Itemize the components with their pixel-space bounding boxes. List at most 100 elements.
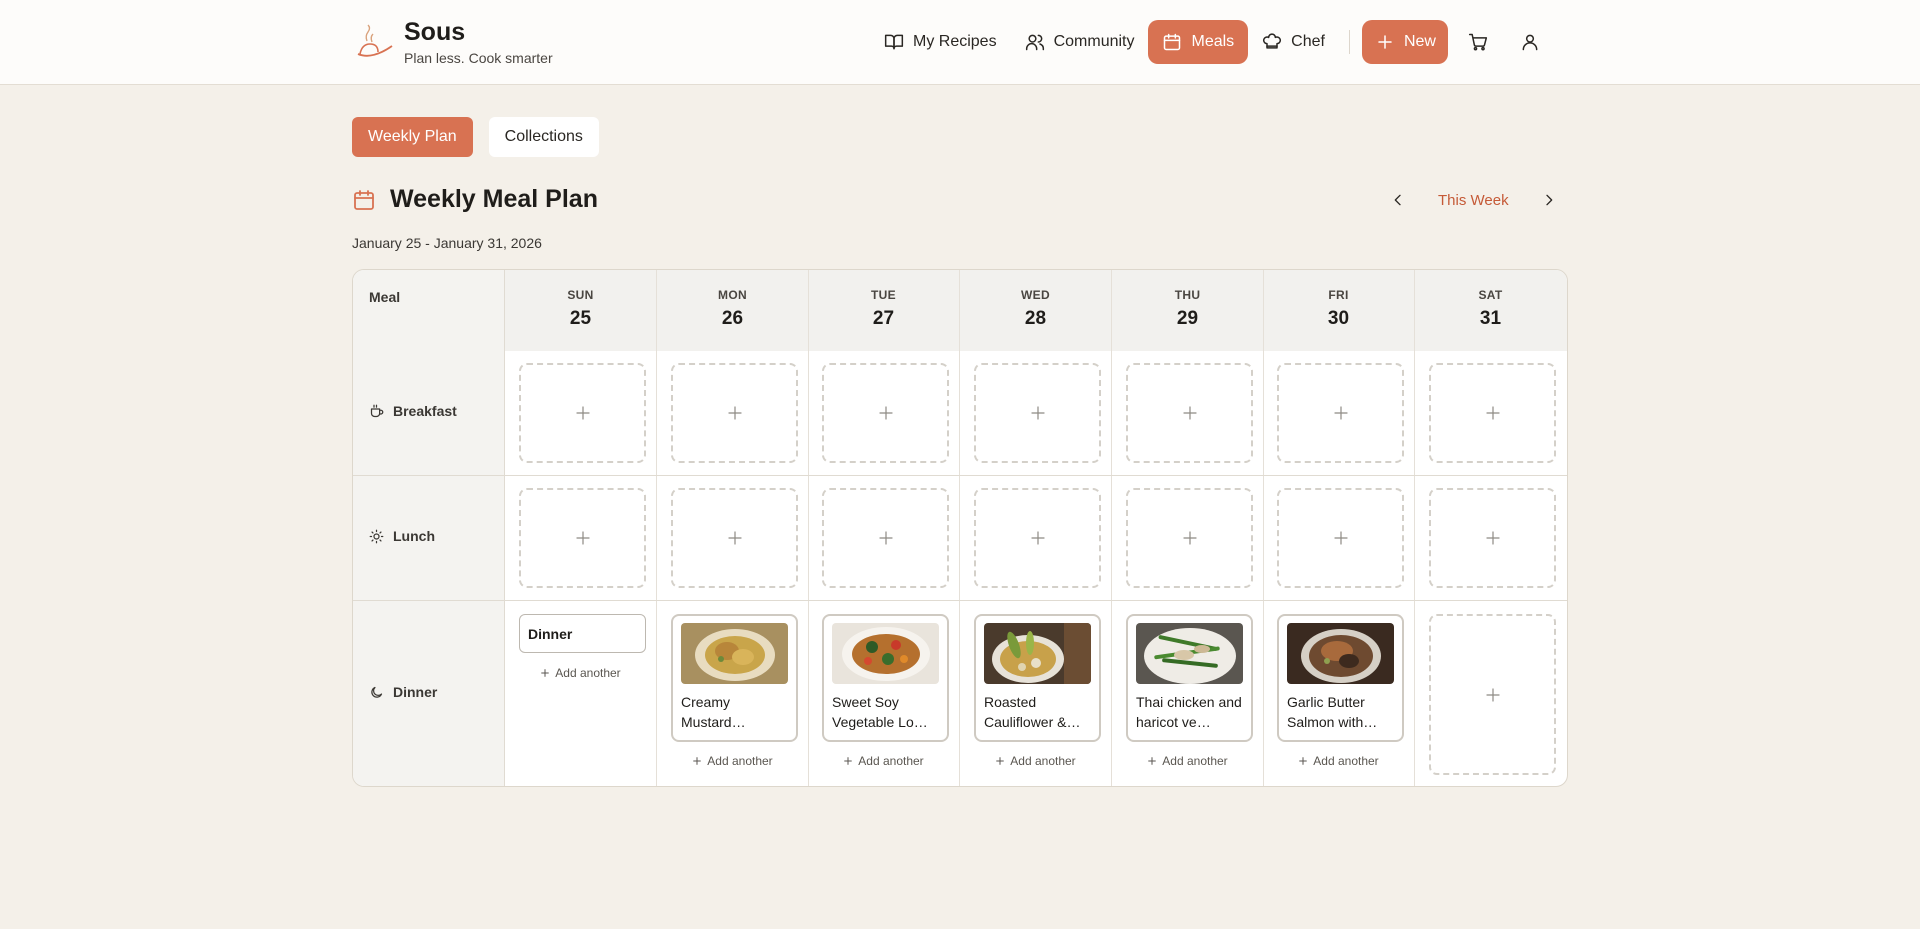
day-header-wed: WED 28 [960,270,1111,351]
plus-icon [1030,531,1045,545]
add-meal-slot[interactable] [974,488,1101,588]
cart-button[interactable] [1456,20,1500,64]
day-of-week: MON [718,288,747,302]
user-icon [1522,34,1538,51]
sun-icon [369,529,384,543]
plus-icon [727,531,742,545]
brand-tagline: Plan less. Cook smarter [404,50,553,66]
recipe-card[interactable]: Roasted Cauliflower &… [974,614,1101,742]
users-icon [1025,34,1044,51]
this-week-button[interactable]: This Week [1438,192,1509,209]
add-another-label: Add another [1010,754,1076,768]
add-another-button[interactable]: Add another [505,666,656,680]
nav-divider [1348,30,1350,54]
add-meal-slot[interactable] [1126,488,1253,588]
recipe-card[interactable]: Thai chicken and haricot ve… [1126,614,1253,742]
day-header-sat: SAT 31 [1415,270,1566,351]
tab-weekly-plan[interactable]: Weekly Plan [352,117,473,157]
plus-icon [1333,531,1348,545]
row-divider [353,475,1567,476]
brand[interactable]: Sous Plan less. Cook smarter [352,18,553,66]
add-another-button[interactable]: Add another [657,754,808,768]
brand-name: Sous [404,18,466,46]
plus-icon [1030,406,1045,420]
recipe-name: Roasted Cauliflower &… [984,694,1081,730]
recipe-search-input[interactable]: Dinner [519,614,646,653]
shopping-cart-icon [1468,33,1488,51]
plus-icon [996,757,1005,765]
day-number: 25 [569,308,592,329]
meal-label-lunch: Lunch [369,528,435,544]
day-of-week: TUE [871,288,896,302]
plus-icon [878,406,893,420]
moon-icon [371,686,383,698]
add-meal-slot[interactable] [1429,363,1556,463]
next-week-button[interactable] [1533,184,1565,216]
day-header-thu: THU 29 [1112,270,1263,351]
add-another-button[interactable]: Add another [960,754,1111,768]
nav-meals[interactable]: Meals [1148,20,1249,64]
recipe-card[interactable]: Sweet Soy Vegetable Lo… [822,614,949,742]
day-number: 31 [1479,308,1502,329]
add-meal-slot[interactable] [974,363,1101,463]
add-meal-slot[interactable] [1277,488,1404,588]
recipe-image [832,623,939,684]
meal-label-text: Lunch [393,528,435,544]
recipe-name: Creamy Mustard… [681,694,746,730]
day-number: 29 [1176,308,1199,329]
chevron-left-icon [1394,194,1401,206]
recipe-name: Sweet Soy Vegetable Lo… [832,694,928,730]
add-meal-slot[interactable] [822,363,949,463]
coffee-icon [370,404,384,417]
add-another-label: Add another [1313,754,1379,768]
plus-icon [1299,757,1308,765]
day-number: 28 [1024,308,1047,329]
plus-icon [693,757,702,765]
meal-label-dinner: Dinner [369,684,437,700]
plus-icon [1485,687,1500,702]
nav-chef[interactable]: Chef [1248,20,1339,64]
day-of-week: SAT [1478,288,1503,302]
add-another-button[interactable]: Add another [1112,754,1263,768]
nav-meals-label: Meals [1191,33,1235,50]
add-another-label: Add another [707,754,773,768]
recipe-card[interactable]: Garlic Butter Salmon with… [1277,614,1404,742]
nav-chef-label: Chef [1291,33,1325,50]
add-meal-slot[interactable] [671,488,798,588]
add-another-button[interactable]: Add another [1263,754,1414,768]
recipe-card[interactable]: Creamy Mustard… [671,614,798,742]
add-meal-slot[interactable] [519,488,646,588]
plus-icon [878,531,893,545]
tab-collections[interactable]: Collections [488,117,599,157]
add-meal-slot[interactable] [1429,488,1556,588]
nav-community[interactable]: Community [1011,20,1149,64]
calendar-icon [1164,33,1181,51]
day-header-tue: TUE 27 [808,270,959,351]
add-meal-slot[interactable] [1126,363,1253,463]
nav-community-label: Community [1053,33,1135,50]
recipe-image [984,623,1091,684]
add-meal-slot[interactable] [671,363,798,463]
profile-button[interactable] [1508,20,1552,64]
day-header-mon: MON 26 [657,270,808,351]
new-button-label: New [1403,33,1436,50]
previous-week-button[interactable] [1382,184,1414,216]
calendar-icon [354,189,374,210]
meal-label-text: Dinner [393,684,438,700]
day-number: 30 [1327,308,1350,329]
plus-icon [1485,406,1500,420]
add-meal-slot[interactable] [822,488,949,588]
nav-my-recipes[interactable]: My Recipes [870,20,1011,64]
add-meal-slot[interactable] [1277,363,1404,463]
page-title: Weekly Meal Plan [390,185,598,213]
add-meal-slot[interactable] [519,363,646,463]
meal-label-breakfast: Breakfast [369,403,457,419]
add-another-label: Add another [858,754,924,768]
day-header-fri: FRI 30 [1263,270,1414,351]
recipe-name: Garlic Butter Salmon with… [1287,694,1378,730]
add-meal-slot[interactable] [1429,614,1556,775]
new-button[interactable]: New [1361,20,1448,64]
chef-hat-icon [1263,33,1282,49]
recipe-name: Thai chicken and haricot ve… [1136,694,1242,730]
add-another-button[interactable]: Add another [808,754,959,768]
